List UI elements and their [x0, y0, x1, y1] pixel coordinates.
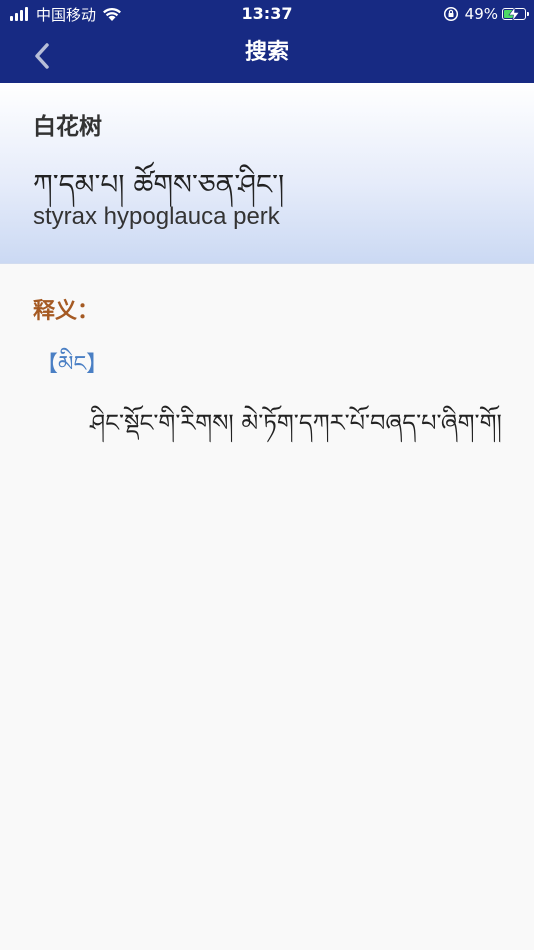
definition-text: ཤིང་སྡོང་གི་རིགས། མེ་ཏོག་དཀར་པོ་བཞད་པ་ཞི…	[90, 409, 502, 437]
status-bar: 中国移动 13:37 49%	[0, 0, 534, 28]
definition-label: 释义：	[33, 299, 100, 324]
charging-bolt-icon	[508, 7, 520, 21]
word-card: 白花树 ཀ་དམ་པ། ཚོགས་ཅན་ཤིང་། styrax hypogla…	[0, 83, 534, 264]
page-title: 搜索	[244, 40, 289, 65]
rotation-lock-icon	[443, 6, 458, 22]
battery-percent: 49%	[464, 5, 498, 23]
app-header: 中国移动 13:37 49% 搜索	[0, 0, 534, 83]
part-of-speech-tag: 【མིང】	[36, 352, 109, 377]
status-right: 49%	[443, 4, 529, 24]
nav-bar: 搜索	[0, 28, 534, 83]
word-latin-name: styrax hypoglauca perk	[33, 203, 280, 230]
battery-cap	[527, 12, 529, 16]
battery-icon	[502, 7, 529, 21]
word-chinese: 白花树	[33, 114, 102, 140]
